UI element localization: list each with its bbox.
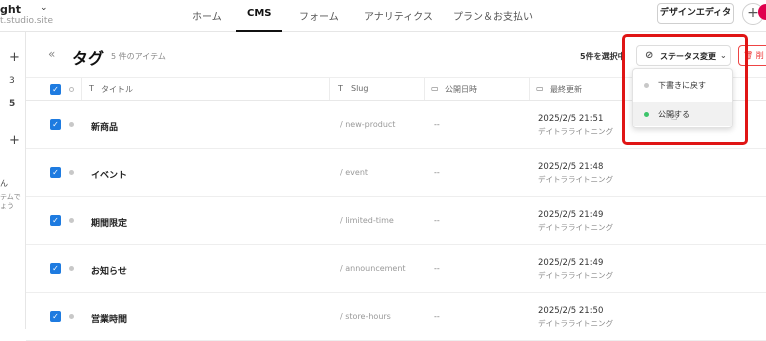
row-updated: 2025/2/5 21:48 (538, 162, 604, 172)
column-updated[interactable]: 最終更新 (550, 84, 582, 95)
row-published: -- (434, 168, 440, 177)
add-icon[interactable]: + (9, 133, 20, 148)
text-type-icon: T (338, 84, 343, 93)
row-updated: 2025/2/5 21:49 (538, 210, 604, 220)
row-published: -- (434, 120, 440, 129)
row-title: 営業時間 (91, 315, 128, 325)
draft-status-dot (69, 170, 74, 175)
table-row[interactable]: ✓ イベント / event -- 2025/2/5 21:48 デイトラライト… (26, 149, 766, 197)
sidebar-text: ん (0, 179, 8, 188)
column-published[interactable]: 公開日時 (445, 84, 477, 95)
status-header-icon (69, 87, 74, 92)
nav-cms[interactable]: CMS (247, 8, 272, 19)
collapse-icon[interactable]: « (48, 47, 55, 61)
row-updated: 2025/2/5 21:51 (538, 114, 604, 124)
status-change-button[interactable]: ⊘ ステータス変更 ⌄ (636, 45, 731, 66)
nav-plan[interactable]: プラン＆お支払い (453, 8, 533, 23)
column-title[interactable]: タイトル (101, 84, 133, 95)
table-row[interactable]: ✓ 営業時間 / store-hours -- 2025/2/5 21:50 デ… (26, 293, 766, 341)
sidebar-count-3[interactable]: 3 (9, 76, 15, 86)
select-all-checkbox[interactable]: ✓ (50, 84, 61, 95)
add-icon[interactable]: + (9, 50, 20, 65)
row-slug: / announcement (340, 264, 406, 273)
left-sidebar: + 3 5 + ん テムで ょう (0, 32, 26, 329)
delete-label: 削 (755, 51, 764, 60)
draft-status-dot (644, 83, 649, 88)
row-author: デイトラライトニング (538, 127, 613, 136)
chevron-down-icon[interactable]: ⌄ (40, 3, 48, 13)
row-slug: / new-product (340, 120, 396, 129)
row-slug: / store-hours (340, 312, 391, 321)
site-url: t.studio.site (0, 16, 53, 26)
text-type-icon: T (89, 84, 94, 93)
row-checkbox[interactable]: ✓ (50, 263, 61, 274)
row-checkbox[interactable]: ✓ (50, 167, 61, 178)
status-dropdown-menu: 下書きに戻す 公開する (632, 68, 733, 128)
row-published: -- (434, 264, 440, 273)
row-updated: 2025/2/5 21:50 (538, 306, 604, 316)
selected-count: 5件を選択中 (580, 52, 626, 61)
table-row[interactable]: ✓ お知らせ / announcement -- 2025/2/5 21:49 … (26, 245, 766, 293)
active-tab-indicator (236, 30, 282, 32)
row-updated: 2025/2/5 21:49 (538, 258, 604, 268)
status-icon: ⊘ (645, 50, 654, 61)
row-title: 期間限定 (91, 219, 128, 229)
menu-item-publish[interactable]: 公開する (633, 102, 732, 126)
design-editor-button[interactable]: デザインエディタ (657, 3, 734, 24)
calendar-icon: ▭ (536, 84, 544, 93)
site-name[interactable]: ght (0, 3, 21, 16)
draft-status-dot (69, 314, 74, 319)
status-change-label: ステータス変更 (660, 52, 716, 61)
nav-home[interactable]: ホーム (192, 8, 222, 23)
row-author: デイトラライトニング (538, 175, 613, 184)
nav-form[interactable]: フォーム (299, 8, 339, 23)
row-slug: / limited-time (340, 216, 394, 225)
trash-icon: 🗑 (743, 51, 754, 60)
chevron-down-icon: ⌄ (720, 51, 727, 60)
row-author: デイトラライトニング (538, 271, 613, 280)
row-slug: / event (340, 168, 369, 177)
published-status-dot (644, 112, 649, 117)
pointer-cursor-icon: ☝ (671, 112, 678, 123)
calendar-icon: ▭ (431, 84, 439, 93)
sidebar-count-5[interactable]: 5 (9, 99, 15, 109)
row-checkbox[interactable]: ✓ (50, 119, 61, 130)
draft-status-dot (69, 218, 74, 223)
row-checkbox[interactable]: ✓ (50, 311, 61, 322)
top-bar: ght ⌄ t.studio.site ホーム CMS フォーム アナリティクス… (0, 0, 766, 32)
row-published: -- (434, 312, 440, 321)
item-count: 5 件のアイテム (111, 52, 166, 61)
table-row[interactable]: ✓ 期間限定 / limited-time -- 2025/2/5 21:49 … (26, 197, 766, 245)
row-published: -- (434, 216, 440, 225)
column-slug[interactable]: Slug (351, 84, 368, 93)
row-title: イベント (91, 171, 128, 181)
draft-status-dot (69, 122, 74, 127)
row-title: お知らせ (91, 267, 127, 277)
page-title: タグ (72, 49, 105, 68)
row-title: 新商品 (91, 123, 119, 133)
draft-status-dot (69, 266, 74, 271)
sidebar-text: ょう (0, 202, 14, 210)
menu-item-label: 下書きに戻す (658, 81, 706, 90)
nav-analytics[interactable]: アナリティクス (364, 8, 433, 23)
row-checkbox[interactable]: ✓ (50, 215, 61, 226)
delete-button[interactable]: 🗑 削 (738, 45, 766, 66)
row-author: デイトラライトニング (538, 319, 613, 328)
row-author: デイトラライトニング (538, 223, 613, 232)
menu-item-revert-draft[interactable]: 下書きに戻す (633, 73, 732, 97)
